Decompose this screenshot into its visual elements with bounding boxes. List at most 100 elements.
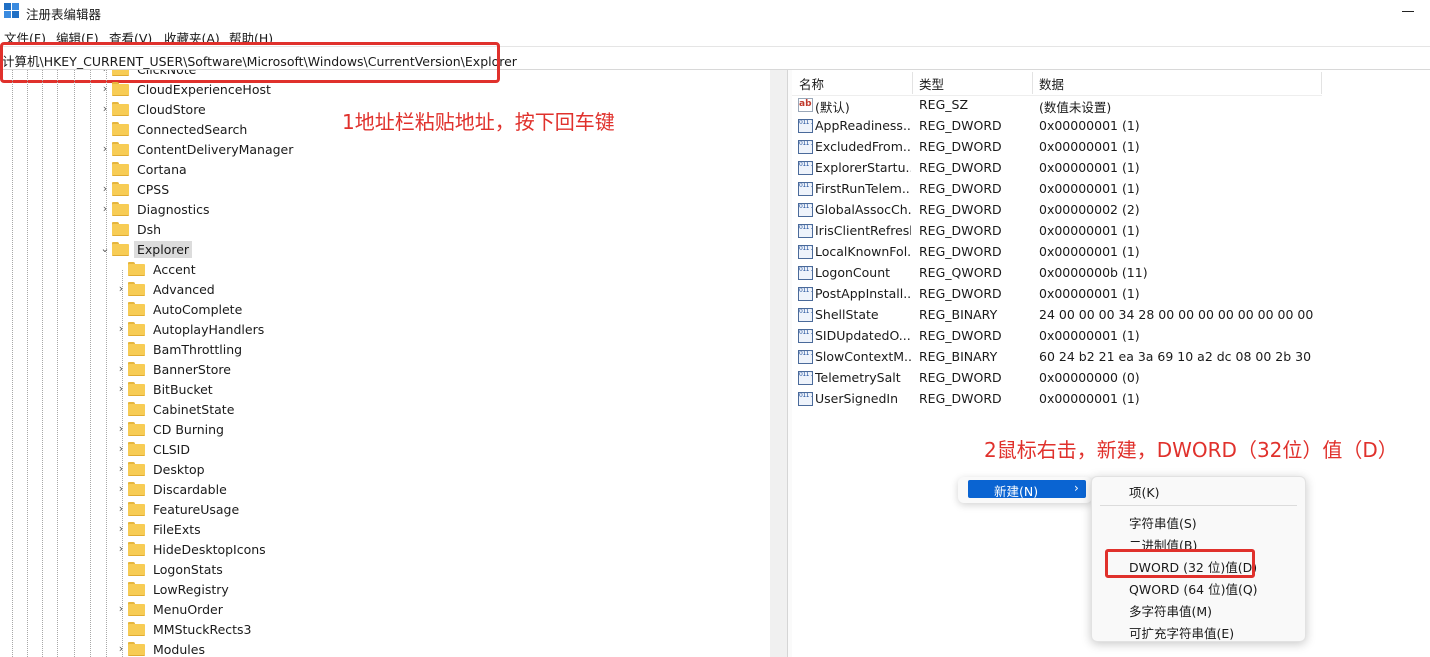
column-separator[interactable]	[1321, 72, 1322, 94]
chevron-right-icon[interactable]: ›	[116, 443, 126, 454]
value-row[interactable]: ab (默认) REG_SZ (数值未设置)	[798, 95, 1358, 116]
folder-icon	[128, 342, 145, 356]
value-data: 0x00000002 (2)	[1039, 202, 1140, 217]
chevron-right-icon[interactable]: ›	[100, 83, 110, 94]
tree-item-label: CD Burning	[153, 422, 224, 437]
value-row[interactable]: 011 110LogonCount REG_QWORD 0x0000000b (11…	[798, 263, 1358, 284]
tree-item-label: Discardable	[153, 482, 227, 497]
chevron-right-icon[interactable]: ›	[116, 323, 126, 334]
context-menu-new[interactable]: 新建(N) ›	[968, 480, 1086, 499]
tree-scrollbar[interactable]	[770, 70, 787, 657]
binary-value-icon: 011 110	[798, 203, 813, 217]
column-header-type[interactable]: 类型	[919, 74, 944, 93]
column-separator[interactable]	[912, 72, 913, 94]
folder-icon	[128, 522, 145, 536]
tree-item-label: FileExts	[153, 522, 201, 537]
value-name: PostAppInstall...	[815, 286, 911, 301]
binary-value-icon: 011 110	[798, 350, 813, 364]
column-separator[interactable]	[1032, 72, 1033, 94]
chevron-right-icon[interactable]: ›	[116, 423, 126, 434]
value-row[interactable]: 011 110IrisClientRefresh REG_DWORD 0x00000…	[798, 221, 1358, 242]
tree-item-label: BitBucket	[153, 382, 213, 397]
chevron-right-icon[interactable]: ›	[116, 503, 126, 514]
value-row[interactable]: 011 110TelemetrySalt REG_DWORD 0x00000000 …	[798, 368, 1358, 389]
chevron-right-icon[interactable]: ›	[100, 183, 110, 194]
value-type: REG_DWORD	[919, 391, 1002, 406]
value-data: 0x00000001 (1)	[1039, 391, 1140, 406]
folder-icon	[112, 202, 129, 216]
tree-item-label: ContentDeliveryManager	[137, 142, 294, 157]
context-menu-new-label: 新建(N)	[994, 484, 1039, 499]
context-menu: 新建(N) ›	[958, 477, 1092, 503]
tree-guide-line	[74, 70, 75, 657]
value-row[interactable]: 011 110LocalKnownFol... REG_DWORD 0x000000…	[798, 242, 1358, 263]
chevron-right-icon[interactable]: ›	[100, 143, 110, 154]
chevron-right-icon[interactable]: ›	[116, 463, 126, 474]
chevron-right-icon[interactable]: ›	[100, 203, 110, 214]
value-data: 0x00000001 (1)	[1039, 223, 1140, 238]
value-row[interactable]: 011 110SIDUpdatedO... REG_DWORD 0x00000001…	[798, 326, 1358, 347]
binary-value-icon: 011 110	[798, 287, 813, 301]
chevron-right-icon[interactable]: ›	[116, 363, 126, 374]
chevron-right-icon[interactable]: ›	[100, 70, 110, 74]
folder-icon	[112, 82, 129, 96]
value-row[interactable]: 011 110FirstRunTelem... REG_DWORD 0x000000…	[798, 179, 1358, 200]
folder-icon	[128, 362, 145, 376]
chevron-right-icon[interactable]: ›	[116, 643, 126, 654]
minimize-button[interactable]	[1394, 2, 1424, 20]
tree-item-label: CabinetState	[153, 402, 235, 417]
folder-icon	[128, 542, 145, 556]
submenu-separator	[1100, 505, 1297, 506]
value-type: REG_DWORD	[919, 328, 1002, 343]
value-row[interactable]: 011 110ShellState REG_BINARY 24 00 00 00 3…	[798, 305, 1358, 326]
chevron-right-icon[interactable]: ›	[116, 283, 126, 294]
value-row[interactable]: 011 110ExcludedFrom... REG_DWORD 0x0000000…	[798, 137, 1358, 158]
chevron-right-icon[interactable]: ›	[116, 543, 126, 554]
submenu-item-string-value[interactable]: 字符串值(S)	[1129, 513, 1197, 532]
column-header-name[interactable]: 名称	[799, 74, 824, 93]
tree-item-label: CLSID	[153, 442, 190, 457]
binary-value-icon: 011 110	[798, 161, 813, 175]
value-name: UserSignedIn	[815, 391, 898, 406]
folder-icon	[112, 242, 129, 256]
submenu-item-key[interactable]: 项(K)	[1129, 482, 1159, 501]
tree-item-label: Modules	[153, 642, 205, 657]
tree-guide-line	[90, 70, 91, 657]
regedit-app-icon	[4, 3, 20, 19]
value-type: REG_DWORD	[919, 223, 1002, 238]
value-row[interactable]: 011 110ExplorerStartu... REG_DWORD 0x00000…	[798, 158, 1358, 179]
key-tree[interactable]: › ClickNote › CloudExperienceHost › CloudStor…	[0, 70, 770, 657]
value-type: REG_QWORD	[919, 265, 1002, 280]
value-name: ExplorerStartu...	[815, 160, 911, 175]
tree-item-label: Explorer	[134, 241, 193, 258]
tree-guide-line	[106, 70, 107, 657]
value-row[interactable]: 011 110UserSignedIn REG_DWORD 0x00000001 (…	[798, 389, 1358, 410]
chevron-right-icon[interactable]: ›	[100, 103, 110, 114]
value-type: REG_DWORD	[919, 160, 1002, 175]
value-row[interactable]: 011 110SlowContextM... REG_BINARY 60 24 b2…	[798, 347, 1358, 368]
chevron-right-icon[interactable]: ›	[116, 483, 126, 494]
value-row[interactable]: 011 110GlobalAssocCh... REG_DWORD 0x000000…	[798, 200, 1358, 221]
submenu-item-qword-value[interactable]: QWORD (64 位)值(Q)	[1129, 579, 1258, 598]
column-header-data[interactable]: 数据	[1039, 74, 1064, 93]
folder-icon	[128, 262, 145, 276]
submenu-item-expandable-string-value[interactable]: 可扩充字符串值(E)	[1129, 623, 1234, 642]
value-data: 0x00000001 (1)	[1039, 118, 1140, 133]
value-row[interactable]: 011 110PostAppInstall... REG_DWORD 0x00000…	[798, 284, 1358, 305]
submenu-item-multi-string-value[interactable]: 多字符串值(M)	[1129, 601, 1212, 620]
chevron-right-icon[interactable]: ›	[116, 383, 126, 394]
value-type: REG_DWORD	[919, 202, 1002, 217]
value-data: 0x00000001 (1)	[1039, 244, 1140, 259]
chevron-right-icon[interactable]: ›	[116, 603, 126, 614]
value-row[interactable]: 011 110AppReadiness... REG_DWORD 0x0000000…	[798, 116, 1358, 137]
value-data: 60 24 b2 21 ea 3a 69 10 a2 dc 08 00 2b 3…	[1039, 349, 1315, 364]
value-name: SlowContextM...	[815, 349, 911, 364]
folder-icon	[112, 162, 129, 176]
dword-highlight-box	[1105, 549, 1255, 578]
chevron-right-icon[interactable]: ›	[116, 523, 126, 534]
folder-icon	[112, 182, 129, 196]
chevron-down-icon[interactable]: ⌄	[100, 243, 110, 254]
